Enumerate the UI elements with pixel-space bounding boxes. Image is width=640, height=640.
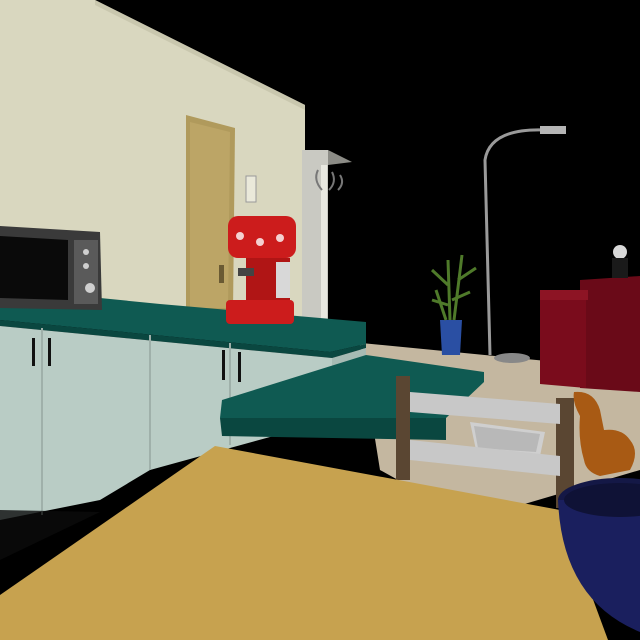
game-viewport[interactable] [0,0,640,640]
red-sofa [580,276,640,392]
plant-pot [440,320,462,355]
lamp-base [494,353,530,363]
sofa-figure-head [613,245,627,259]
microwave[interactable] [0,226,102,310]
light-switch[interactable] [245,175,257,203]
cabinet-handle[interactable] [48,338,51,366]
cabinet-handle[interactable] [222,350,225,380]
door-handle[interactable] [219,265,224,283]
lamp-head [540,126,566,134]
cabinet-handle[interactable] [32,338,35,366]
cabinet-handle[interactable] [238,352,241,382]
scene-canvas [0,0,640,640]
